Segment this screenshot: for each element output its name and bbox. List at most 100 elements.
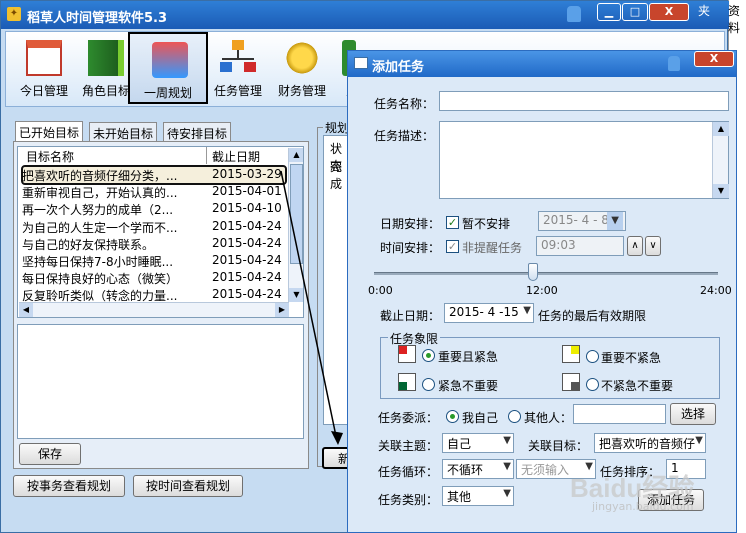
assign-other-label: 其他人： xyxy=(524,411,573,425)
important-not-urgent-icon xyxy=(562,345,580,363)
tab-not-started[interactable]: 未开始目标 xyxy=(89,122,158,142)
scroll-up-arrow[interactable]: ▲ xyxy=(289,148,303,162)
cycle-chevron-icon[interactable]: ▼ xyxy=(503,461,511,472)
desc-scroll-up[interactable]: ▲ xyxy=(713,122,729,136)
annotation-arrow xyxy=(280,170,343,445)
close-button[interactable]: X xyxy=(649,3,689,21)
urgent-not-important-radio[interactable] xyxy=(422,378,435,391)
date-unscheduled-label: 暂不安排 xyxy=(462,217,511,231)
tab-started[interactable]: 已开始目标 xyxy=(15,121,84,142)
goal-chevron-icon[interactable]: ▼ xyxy=(695,435,703,446)
chevron-down-icon[interactable]: ▼ xyxy=(607,212,623,230)
minimize-button[interactable]: ▁ xyxy=(597,3,621,21)
topic-label: 关联主题： xyxy=(378,439,439,453)
assign-other-input[interactable] xyxy=(573,404,666,424)
non-reminder-checkbox[interactable]: ✓ xyxy=(446,240,459,253)
topic-select[interactable]: 自己 ▼ xyxy=(442,433,514,453)
tool-finance[interactable]: 财务管理 xyxy=(270,32,334,104)
hscroll-left[interactable]: ◀ xyxy=(19,303,33,317)
urgent-important-label: 重要且紧急 xyxy=(438,350,499,364)
col-header-date[interactable]: 截止日期 xyxy=(212,148,260,165)
dialog-icon xyxy=(354,57,368,69)
app-icon: ✦ xyxy=(7,7,21,21)
view-by-time-button[interactable]: 按时间查看规划 xyxy=(133,475,243,497)
deadline-picker[interactable]: 2015- 4 -15 ▼ xyxy=(444,303,534,323)
goal-label: 关联目标： xyxy=(528,439,589,453)
cycle-label: 任务循环： xyxy=(378,465,439,479)
type-chevron-icon[interactable]: ▼ xyxy=(503,488,511,499)
time-input[interactable]: 09:03 xyxy=(536,236,624,256)
urgent-important-radio[interactable] xyxy=(422,349,435,362)
non-reminder-label: 非提醒任务 xyxy=(462,241,523,255)
task-desc-input[interactable] xyxy=(439,121,729,199)
deadline-label: 截止日期： xyxy=(380,309,441,323)
tool-today[interactable]: 今日管理 xyxy=(12,32,76,104)
type-select[interactable]: 其他 ▼ xyxy=(442,486,514,506)
watermark-sub: jingyan.baidu.com xyxy=(592,500,694,513)
goal-row-name[interactable]: 再一次个人努力的成单（2... xyxy=(22,201,206,218)
important-not-urgent-radio[interactable] xyxy=(586,350,599,363)
goal-row-name[interactable]: 与自己的好友保持联系。 xyxy=(22,236,206,253)
calendar-icon xyxy=(26,40,62,76)
dialog-title: 添加任务 xyxy=(372,60,425,75)
col-header-name[interactable]: 目标名称 xyxy=(26,148,74,165)
hierarchy-icon xyxy=(220,40,256,76)
col-divider xyxy=(206,147,207,164)
not-urgent-not-important-radio[interactable] xyxy=(586,378,599,391)
goal-select[interactable]: 把喜欢听的音频仔 ▼ xyxy=(594,433,706,453)
scale-start: 0:00 xyxy=(368,284,393,297)
view-by-task-button[interactable]: 按事务查看规划 xyxy=(13,475,125,497)
topic-chevron-icon[interactable]: ▼ xyxy=(503,435,511,446)
task-desc-label: 任务描述： xyxy=(374,129,435,143)
pin-icon[interactable] xyxy=(567,6,581,22)
desc-scroll-down[interactable]: ▼ xyxy=(713,184,729,198)
deadline-hint: 任务的最后有效期限 xyxy=(538,309,647,323)
assign-label: 任务委派： xyxy=(378,411,439,425)
desc-scrollbar[interactable]: ▲ ▼ xyxy=(712,122,729,198)
not-urgent-not-important-label: 不紧急不重要 xyxy=(601,379,674,393)
date-picker[interactable]: 2015- 4 - 8 ▼ xyxy=(538,211,626,231)
assign-other-radio[interactable] xyxy=(508,410,521,423)
goal-row-name[interactable]: 为自己的人生定一个学而不... xyxy=(22,219,206,236)
goal-detail-box[interactable] xyxy=(17,324,304,439)
tool-task[interactable]: 任务管理 xyxy=(206,32,270,104)
scale-mid: 12:00 xyxy=(526,284,558,297)
assign-self-label: 我自己 xyxy=(462,411,499,425)
task-name-input[interactable] xyxy=(439,91,729,111)
strip-text-2[interactable]: 资料 xyxy=(728,2,746,36)
urgent-not-important-icon xyxy=(398,373,416,391)
dialog-pin-icon[interactable] xyxy=(668,56,680,71)
maximize-button[interactable]: □ xyxy=(622,3,648,21)
goal-row-name[interactable]: 坚持每日保持7-8小时睡眠... xyxy=(22,253,206,270)
book-icon xyxy=(88,40,124,76)
time-slider-track[interactable] xyxy=(374,272,718,275)
goals-list[interactable]: 目标名称 截止日期 把喜欢听的音频仔细分类，... 2015-03-29 重新审视自… xyxy=(17,146,304,318)
dialog-title-bar: 添加任务 X xyxy=(348,51,736,77)
choose-button[interactable]: 选择 xyxy=(670,403,716,425)
window-icon xyxy=(152,42,188,78)
urgent-important-icon xyxy=(398,345,416,363)
goal-row-name[interactable]: 每日保持良好的心态（微笑） xyxy=(22,270,206,287)
goal-row-name[interactable]: 重新审视自己，开始认真的... xyxy=(22,184,206,201)
tab-pending[interactable]: 待安排目标 xyxy=(163,122,232,142)
not-urgent-not-important-icon xyxy=(562,373,580,391)
time-up-button[interactable]: ∧ xyxy=(627,236,643,256)
horizontal-scrollbar[interactable]: ◀ ▶ xyxy=(19,302,289,317)
task-name-label: 任务名称： xyxy=(374,97,435,111)
time-down-button[interactable]: ∨ xyxy=(645,236,661,256)
save-button[interactable]: 保存 xyxy=(19,443,81,465)
scale-end: 24:00 xyxy=(700,284,732,297)
add-task-dialog: 添加任务 X 任务名称： 任务描述： ▲ ▼ 日期安排： ✓ 暂不安排 2015… xyxy=(347,50,737,533)
dialog-close-button[interactable]: X xyxy=(694,51,734,67)
date-unscheduled-checkbox[interactable]: ✓ xyxy=(446,216,459,229)
important-not-urgent-label: 重要不紧急 xyxy=(601,351,662,365)
cycle-select[interactable]: 不循环 ▼ xyxy=(442,459,514,479)
strip-text-1: 夹 xyxy=(698,4,711,18)
deadline-chevron-icon[interactable]: ▼ xyxy=(523,305,531,316)
tool-week-plan[interactable]: 一周规划 xyxy=(128,32,208,104)
assign-self-radio[interactable] xyxy=(446,410,459,423)
time-label: 时间安排： xyxy=(380,241,441,255)
time-slider-thumb[interactable] xyxy=(528,263,538,281)
urgent-not-important-label: 紧急不重要 xyxy=(438,379,499,393)
goal-row-name[interactable]: 把喜欢听的音频仔细分类，... xyxy=(22,167,206,184)
